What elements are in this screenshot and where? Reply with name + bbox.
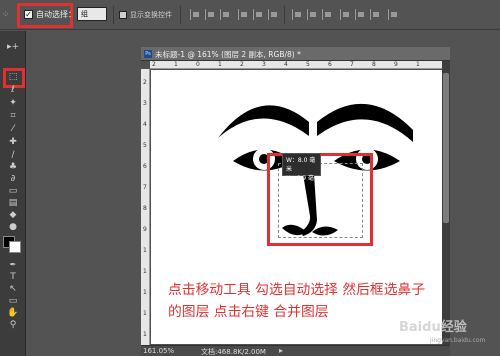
tooltip-width: W：8.0 毫米	[286, 157, 316, 173]
status-bar: 161.05% 文档:468.8K/2.00M ▸	[141, 345, 450, 356]
distribute-top-icon[interactable]	[292, 9, 303, 20]
align-right-icon[interactable]	[268, 9, 279, 20]
align-hcenter-icon[interactable]	[253, 9, 264, 20]
auto-align-icon[interactable]	[388, 9, 399, 20]
ruler-tick-label: 1	[143, 289, 147, 296]
type-tool-icon[interactable]: T	[6, 271, 20, 283]
show-transform-label: 显示变换控件	[130, 11, 172, 19]
options-divider	[113, 6, 114, 24]
distribute-vcenter-icon[interactable]	[307, 9, 318, 20]
marquee-tool-icon[interactable]: ⬚	[6, 71, 20, 83]
instruction-line-1: 点击移动工具 勾选自动选择 然后框选鼻子	[168, 282, 426, 298]
status-menu-arrow-icon[interactable]: ▸	[279, 346, 283, 355]
hand-tool-icon[interactable]: ✋	[6, 307, 20, 319]
ruler-tick-label: 9	[394, 61, 398, 68]
move-tool-icon[interactable]: ▸+	[6, 41, 20, 53]
show-transform-checkbox[interactable]	[119, 11, 127, 19]
distribute-right-icon[interactable]	[370, 9, 381, 20]
options-divider	[180, 6, 181, 24]
ruler-tick-label: 3	[143, 100, 147, 107]
ruler-tick-label: 6	[143, 163, 147, 170]
auto-select-checkbox[interactable]: ✓	[24, 10, 33, 19]
ruler-tick-label: 1	[143, 310, 147, 317]
align-bottom-icon[interactable]	[220, 9, 231, 20]
gradient-tool-icon[interactable]: ▤	[6, 197, 20, 209]
ruler-tick-label: 2	[152, 61, 156, 68]
eyedropper-tool-icon[interactable]: ⁄	[6, 123, 20, 135]
ruler-tick-label: 1	[143, 331, 147, 338]
size-tooltip: W：8.0 毫米 H：6.9 毫米	[282, 153, 321, 191]
ruler-tick-label: 3	[262, 61, 266, 68]
ruler-tick-label: 8	[372, 61, 376, 68]
auto-select-label: 自动选择：	[36, 10, 76, 19]
ruler-tick-label: 4	[143, 121, 147, 128]
ruler-tick-label: 1	[218, 61, 222, 68]
background-color-swatch[interactable]	[9, 241, 21, 253]
blur-tool-icon[interactable]: ◆	[6, 209, 20, 221]
options-grip-icon: ⁘	[2, 10, 10, 20]
ruler-tick-label: 1	[416, 61, 420, 68]
ruler-tick-label: 5	[306, 61, 310, 68]
tooltip-height: H：6.9 毫米	[286, 175, 314, 191]
document-title: 未标题-1 @ 161% (图层 2 副本, RGB/8) *	[155, 50, 301, 59]
align-vcenter-icon[interactable]	[205, 9, 216, 20]
ruler-tick-label: 0	[196, 61, 200, 68]
baidu-watermark-url: jingyan.baidu.com	[430, 337, 486, 344]
healing-tool-icon[interactable]: ✚	[6, 136, 20, 148]
ruler-tick-label: 1	[143, 268, 147, 275]
wand-tool-icon[interactable]: ✦	[6, 97, 20, 109]
distribute-left-icon[interactable]	[340, 9, 351, 20]
ruler-tick-label: 8	[143, 205, 147, 212]
history-brush-tool-icon[interactable]: ∂	[6, 173, 20, 185]
pen-tool-icon[interactable]: ✒	[6, 259, 20, 271]
ruler-tick-label: 4	[284, 61, 288, 68]
toolbox: ▸+ ⬚ ℓ ✦ ⌗ ⁄ ✚ ∕ ♣ ∂ ▭ ▤ ◆ ● ✒ T ↖ ▭ ✋ ⚲	[0, 31, 26, 356]
crop-tool-icon[interactable]: ⌗	[6, 110, 20, 122]
ruler-tick-label: 9	[143, 226, 147, 233]
ruler-vertical[interactable]: 2 3 4 5 6 7 8 9 1 1 1 1 1	[141, 69, 150, 345]
ruler-tick-label: 6	[328, 61, 332, 68]
ruler-tick-label: 1	[174, 61, 178, 68]
ruler-tick-label: 7	[143, 184, 147, 191]
ruler-horizontal[interactable]: 2 1 0 1 2 3 4 5 6 7 8 9 1	[150, 61, 442, 69]
left-eyebrow	[218, 105, 309, 138]
ruler-tick-label: 1	[143, 247, 147, 254]
zoom-level[interactable]: 161.05%	[143, 347, 174, 355]
scrollbar-thumb[interactable]	[443, 73, 449, 223]
brush-tool-icon[interactable]: ∕	[6, 149, 20, 161]
distribute-bottom-icon[interactable]	[322, 9, 333, 20]
vertical-scrollbar[interactable]	[442, 61, 450, 345]
ruler-tick-label: 2	[143, 79, 147, 86]
doc-size: 文档:468.8K/2.00M	[201, 348, 266, 356]
align-left-icon[interactable]	[238, 9, 249, 20]
document-window: Ps 未标题-1 @ 161% (图层 2 副本, RGB/8) * 2 1 0…	[141, 47, 450, 356]
dodge-tool-icon[interactable]: ●	[6, 221, 20, 233]
shape-tool-icon[interactable]: ▭	[6, 295, 20, 307]
ruler-tick-label: 2	[240, 61, 244, 68]
zoom-tool-icon[interactable]: ⚲	[6, 319, 20, 331]
options-bar: ⁘ ✓ 自动选择： 组 显示变换控件	[0, 0, 500, 30]
lasso-tool-icon[interactable]: ℓ	[6, 84, 20, 96]
stamp-tool-icon[interactable]: ♣	[6, 161, 20, 173]
distribute-hcenter-icon[interactable]	[355, 9, 366, 20]
align-top-icon[interactable]	[190, 9, 201, 20]
right-eyebrow	[317, 103, 413, 142]
ruler-tick-label: 5	[143, 142, 147, 149]
ps-icon: Ps	[144, 50, 152, 58]
document-tab[interactable]: Ps 未标题-1 @ 161% (图层 2 副本, RGB/8) *	[141, 47, 450, 61]
ruler-tick-label: 7	[350, 61, 354, 68]
options-divider	[284, 6, 285, 24]
auto-select-dropdown[interactable]: 组	[77, 7, 107, 21]
eraser-tool-icon[interactable]: ▭	[6, 185, 20, 197]
baidu-watermark-logo: Baidu经验	[399, 320, 467, 335]
path-select-tool-icon[interactable]: ↖	[6, 283, 20, 295]
